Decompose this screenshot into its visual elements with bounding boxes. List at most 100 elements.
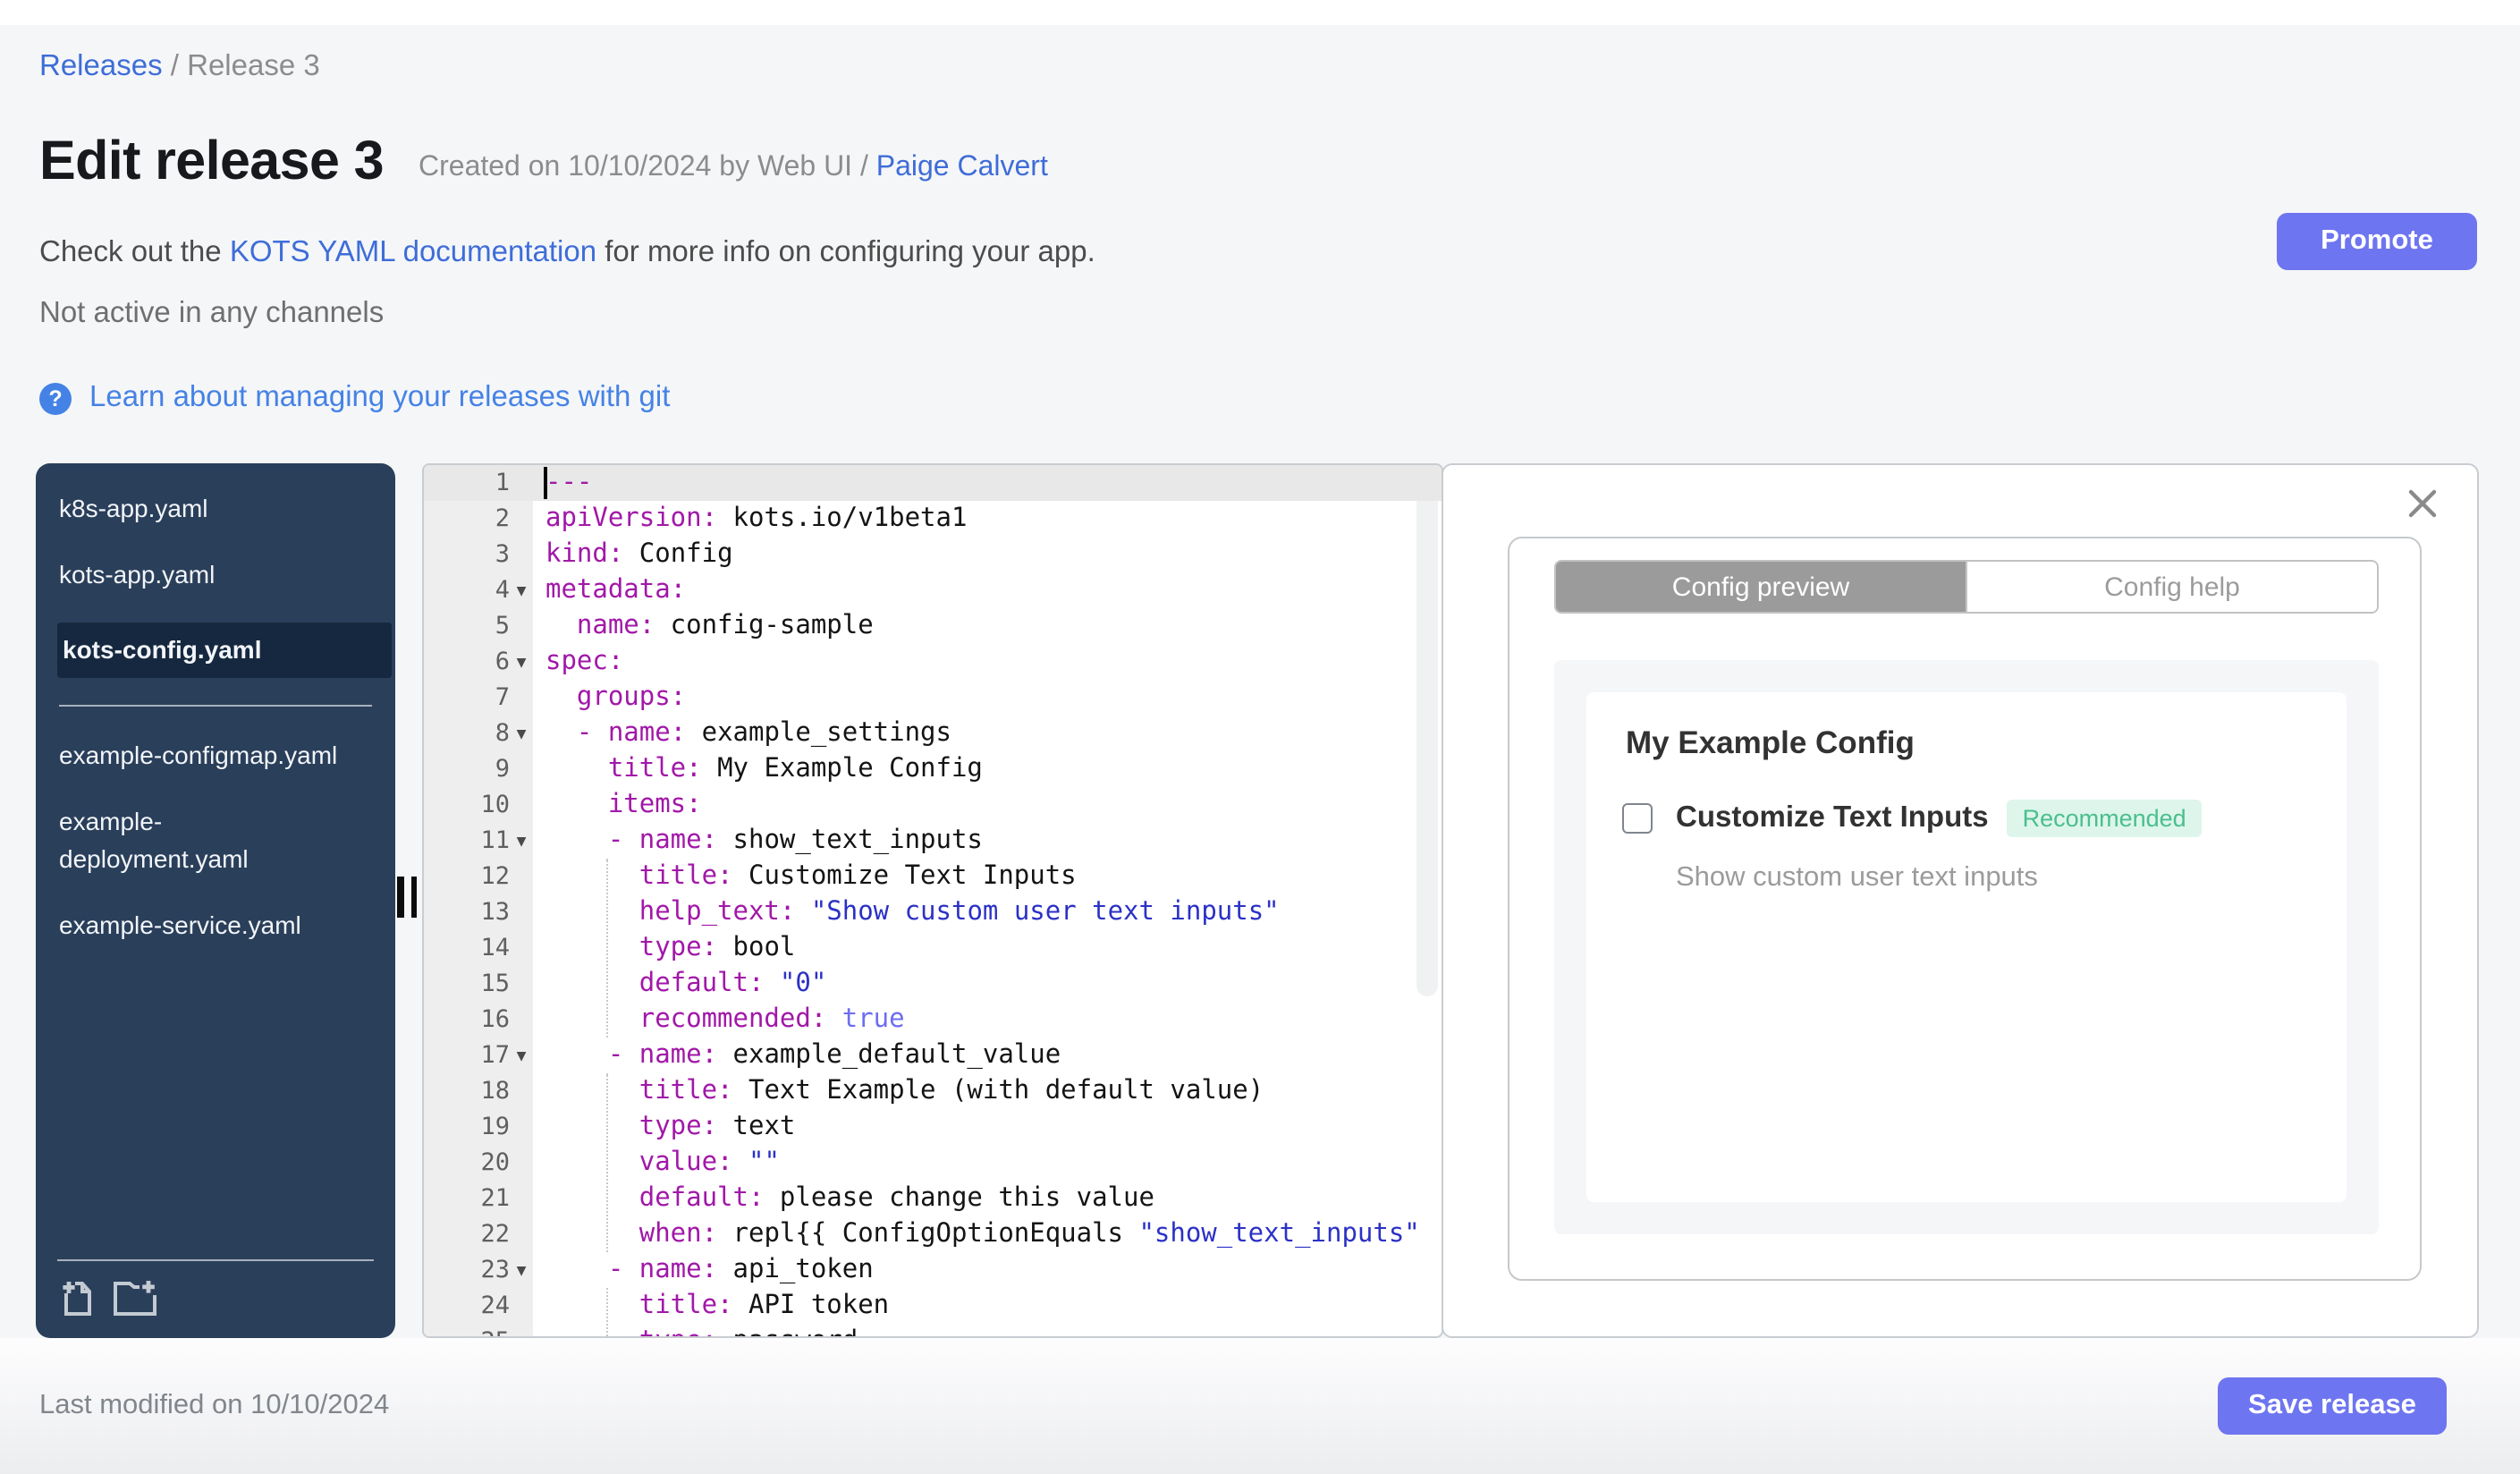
top-nav-edge: [0, 0, 2520, 25]
line-number: 21: [480, 1184, 510, 1213]
docs-prefix: Check out the: [39, 236, 230, 268]
code-text: ---: [545, 469, 593, 497]
line-number: 2: [495, 504, 510, 533]
close-icon[interactable]: [2407, 488, 2438, 519]
config-item-label: Customize Text Inputs: [1676, 801, 1989, 834]
sidebar-file-example-configmap.yaml[interactable]: example-configmap.yaml: [59, 737, 340, 775]
code-text: - name: api_token: [545, 1256, 874, 1284]
page: Releases / Release 3 Edit release 3 Crea…: [0, 0, 2520, 1474]
code-text: - name: show_text_inputs: [545, 826, 983, 855]
line-number: 1: [495, 469, 510, 497]
created-author-link[interactable]: Paige Calvert: [876, 152, 1048, 182]
new-folder-icon[interactable]: [113, 1279, 157, 1317]
code-line-10: 10 items:: [424, 787, 1442, 823]
code-line-12: 12 title: Customize Text Inputs: [424, 859, 1442, 894]
line-number: 14: [480, 934, 510, 962]
page-title: Edit release 3: [39, 131, 385, 191]
file-list-top: k8s-app.yaml kots-app.yaml kots-config.yam…: [36, 463, 395, 707]
line-number: 8: [495, 719, 510, 748]
config-item-help-text: Show custom user text inputs: [1676, 862, 2038, 893]
line-number: 20: [480, 1148, 510, 1177]
code-text: value: "": [545, 1148, 780, 1177]
line-number: 18: [480, 1077, 510, 1106]
line-number: 5: [495, 612, 510, 640]
code-text: type: text: [545, 1113, 796, 1141]
line-number: 4: [495, 576, 510, 605]
code-text: title: Customize Text Inputs: [545, 862, 1077, 891]
config-preview-card: Config preview Config help My Example Con…: [1508, 537, 2422, 1281]
code-line-22: 22 when: repl{{ ConfigOptionEquals "show…: [424, 1216, 1442, 1252]
created-info: Created on 10/10/2024 by Web UI / Paige …: [419, 152, 1048, 184]
line-number: 24: [480, 1292, 510, 1320]
promote-button[interactable]: Promote: [2277, 213, 2477, 270]
fold-arrow-icon[interactable]: ▼: [510, 717, 533, 753]
breadcrumb-releases-link[interactable]: Releases: [39, 50, 163, 82]
code-line-24: 24 title: API token: [424, 1288, 1442, 1324]
code-text: type: password: [533, 1327, 858, 1336]
editor-lines: 1 --- 2 apiVersion: kots.io/v1beta1 3 kind: C…: [424, 465, 1442, 1336]
sidebar-file-example-deployment.yaml[interactable]: example-deployment.yaml: [59, 803, 340, 878]
breadcrumb-separator: /: [162, 50, 188, 82]
code-text: name: config-sample: [545, 612, 874, 640]
code-line-16: 16 recommended: true: [424, 1002, 1442, 1038]
line-number: 7: [495, 683, 510, 712]
config-item-checkbox[interactable]: [1622, 803, 1653, 834]
file-list-bottom: example-configmap.yaml example-deployment…: [36, 737, 395, 945]
left-resize-handle[interactable]: [397, 877, 417, 918]
code-text: - name: example_settings: [545, 719, 951, 748]
code-text: title: Text Example (with default value): [545, 1077, 1264, 1106]
sidebar-file-k8s-app.yaml[interactable]: k8s-app.yaml: [59, 490, 340, 528]
sidebar-file-kots-config.yaml[interactable]: kots-config.yaml: [57, 623, 392, 678]
git-help-row: ? Learn about managing your releases wit…: [39, 381, 670, 415]
code-line-18: 18 title: Text Example (with default val…: [424, 1073, 1442, 1109]
tab-config-preview[interactable]: Config preview: [1556, 562, 1966, 612]
code-line-7: 7 groups:: [424, 680, 1442, 716]
code-line-9: 9 title: My Example Config: [424, 751, 1442, 787]
code-line-15: 15 default: "0": [424, 966, 1442, 1002]
fold-arrow-icon[interactable]: ▼: [510, 646, 533, 682]
config-tabbar: Config preview Config help: [1554, 560, 2379, 614]
yaml-code-editor[interactable]: 1 --- 2 apiVersion: kots.io/v1beta1 3 kind: C…: [422, 463, 1443, 1338]
sidebar-file-kots-app.yaml[interactable]: kots-app.yaml: [59, 556, 340, 594]
code-text: help_text: "Show custom user text inputs…: [545, 898, 1280, 927]
fold-arrow-icon[interactable]: ▼: [510, 574, 533, 610]
line-number: 22: [480, 1220, 510, 1249]
line-number: 12: [480, 862, 510, 891]
config-preview-panel: Config preview Config help My Example Con…: [1442, 463, 2479, 1338]
fold-arrow-icon[interactable]: ▼: [510, 825, 533, 860]
code-text: items:: [545, 791, 702, 819]
save-release-button[interactable]: Save release: [2218, 1377, 2447, 1435]
sidebar-file-example-service.yaml[interactable]: example-service.yaml: [59, 907, 340, 945]
line-number: 25: [424, 1324, 510, 1336]
sidebar-footer-divider: [57, 1259, 374, 1261]
last-modified-text: Last modified on 10/10/2024: [39, 1390, 390, 1420]
code-line-20: 20 value: "": [424, 1145, 1442, 1181]
line-number: 6: [495, 648, 510, 676]
sidebar-footer: [36, 1259, 395, 1338]
code-line-17: 17 ▼ - name: example_default_value: [424, 1038, 1442, 1073]
fold-arrow-icon[interactable]: ▼: [510, 1039, 533, 1075]
fold-arrow-icon[interactable]: ▼: [510, 1254, 533, 1290]
config-preview-area: My Example Config Customize Text Inputs …: [1554, 660, 2379, 1234]
code-text: title: API token: [545, 1292, 890, 1320]
question-mark-icon: ?: [39, 382, 72, 414]
code-text: spec:: [545, 648, 624, 676]
line-number: 13: [480, 898, 510, 927]
code-line-25: 25 type: password: [424, 1324, 1442, 1336]
code-text: kind: Config: [545, 540, 733, 569]
code-text: when: repl{{ ConfigOptionEquals "show_te…: [545, 1220, 1420, 1249]
line-number: 15: [480, 970, 510, 998]
new-file-icon[interactable]: [61, 1279, 95, 1317]
git-releases-link[interactable]: Learn about managing your releases with …: [89, 381, 670, 415]
code-text: metadata:: [545, 576, 687, 605]
docs-suffix: for more info on configuring your app.: [596, 236, 1095, 268]
line-number: 23: [480, 1256, 510, 1284]
tab-config-help[interactable]: Config help: [1966, 562, 2377, 612]
code-text: recommended: true: [545, 1005, 905, 1034]
line-number: 10: [480, 791, 510, 819]
line-number: 3: [495, 540, 510, 569]
code-text: - name: example_default_value: [545, 1041, 1061, 1070]
code-line-4: 4 ▼ metadata:: [424, 572, 1442, 608]
kots-yaml-docs-link[interactable]: KOTS YAML documentation: [230, 236, 596, 268]
code-line-21: 21 default: please change this value: [424, 1181, 1442, 1216]
